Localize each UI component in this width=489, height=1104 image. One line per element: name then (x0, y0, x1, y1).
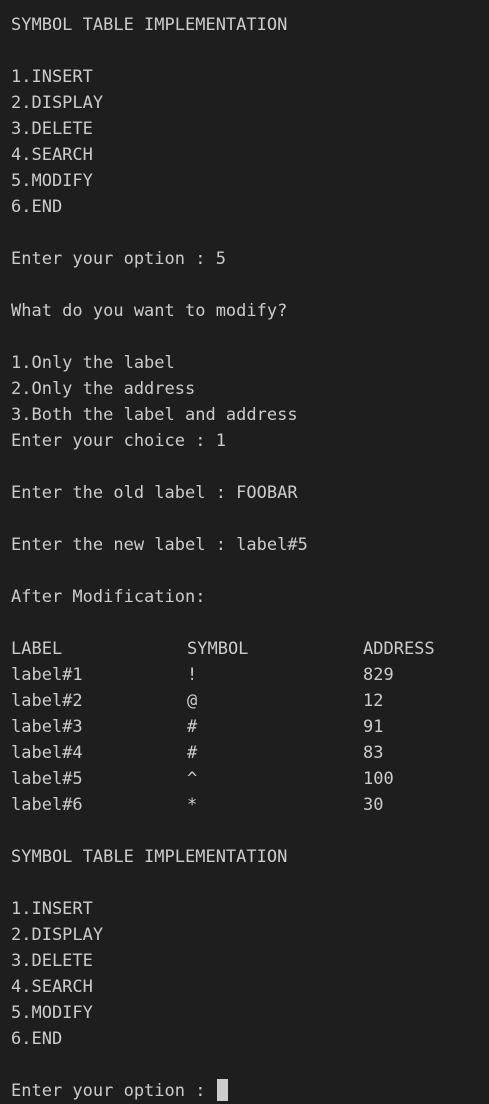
terminal-output[interactable]: SYMBOL TABLE IMPLEMENTATION 1.INSERT 2.D… (0, 0, 489, 1102)
menu-item-search: 4.SEARCH (11, 145, 93, 165)
final-option-prompt: Enter your option : (11, 1081, 216, 1101)
program-title: SYMBOL TABLE IMPLEMENTATION (11, 15, 288, 35)
table-cell-address: 83 (363, 743, 384, 763)
table-cell-symbol: * (187, 795, 198, 815)
option-prompt: Enter your option : 5 (11, 249, 226, 269)
table-header-label: LABEL (11, 639, 63, 659)
menu-item-end: 6.END (11, 1029, 63, 1049)
menu-item-modify: 5.MODIFY (11, 171, 93, 191)
choice-prompt: Enter your choice : 1 (11, 431, 226, 451)
table-cell-symbol: ^ (187, 769, 198, 789)
menu-item-end: 6.END (11, 197, 63, 217)
menu-item-delete: 3.DELETE (11, 951, 93, 971)
new-label-prompt: Enter the new label : label#5 (11, 535, 308, 555)
menu-item-insert: 1.INSERT (11, 67, 93, 87)
menu-item-display: 2.DISPLAY (11, 93, 104, 113)
table-cell-label: label#6 (11, 795, 83, 815)
old-label-prompt: Enter the old label : FOOBAR (11, 483, 298, 503)
modify-choice-address: 2.Only the address (11, 379, 196, 399)
table-header-address: ADDRESS (363, 639, 435, 659)
table-cell-address: 100 (363, 769, 394, 789)
table-cell-label: label#1 (11, 665, 83, 685)
program-title-repeat: SYMBOL TABLE IMPLEMENTATION (11, 847, 288, 867)
menu-item-insert: 1.INSERT (11, 899, 93, 919)
table-cell-label: label#4 (11, 743, 83, 763)
menu-item-search: 4.SEARCH (11, 977, 93, 997)
table-cell-symbol: # (187, 717, 198, 737)
table-cell-address: 30 (363, 795, 384, 815)
table-header-symbol: SYMBOL (187, 639, 249, 659)
input-line[interactable]: Enter your option : (11, 1078, 228, 1104)
modify-choice-label: 1.Only the label (11, 353, 175, 373)
table-cell-label: label#5 (11, 769, 83, 789)
text-cursor (216, 1079, 228, 1101)
menu-item-delete: 3.DELETE (11, 119, 93, 139)
table-cell-address: 12 (363, 691, 384, 711)
table-cell-address: 829 (363, 665, 394, 685)
menu-item-modify: 5.MODIFY (11, 1003, 93, 1023)
table-cell-label: label#3 (11, 717, 83, 737)
menu-item-display: 2.DISPLAY (11, 925, 104, 945)
after-modification-heading: After Modification: (11, 587, 206, 607)
modify-question: What do you want to modify? (11, 301, 288, 321)
table-cell-address: 91 (363, 717, 384, 737)
table-cell-label: label#2 (11, 691, 83, 711)
table-cell-symbol: # (187, 743, 198, 763)
modify-choice-both: 3.Both the label and address (11, 405, 298, 425)
table-cell-symbol: @ (187, 691, 198, 711)
table-cell-symbol: ! (187, 665, 198, 685)
